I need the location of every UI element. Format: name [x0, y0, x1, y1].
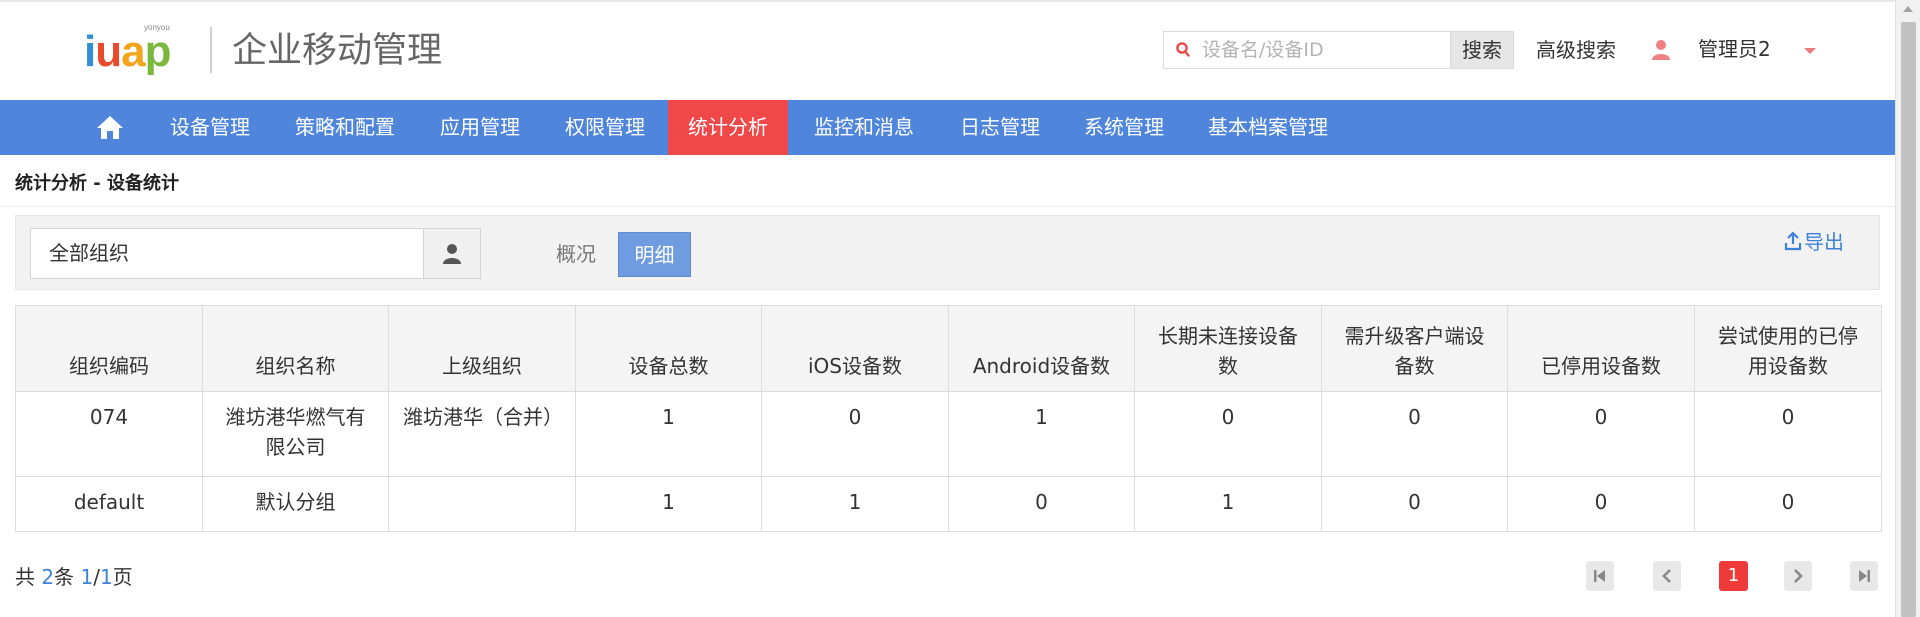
last-page-icon	[1859, 570, 1870, 582]
iuap-logo[interactable]: yonyou iuap	[84, 23, 180, 78]
nav-item-device-management[interactable]: 设备管理	[152, 100, 268, 155]
scroll-up-arrow-icon[interactable]	[1903, 6, 1913, 12]
column-header: 需升级客户端设备数	[1321, 305, 1508, 392]
nav-item-monitor-messages[interactable]: 监控和消息	[799, 100, 929, 155]
search-input[interactable]	[1202, 32, 1442, 68]
table-cell: 074	[15, 391, 203, 477]
filter-toolbar: 全部组织 概况 明细 导出	[15, 215, 1880, 290]
table-cell: 0	[948, 476, 1135, 532]
total-count: 2	[41, 565, 55, 589]
nav-item-log-management[interactable]: 日志管理	[942, 100, 1058, 155]
nav-item-basic-archive[interactable]: 基本档案管理	[1195, 100, 1341, 155]
nav-item-app-management[interactable]: 应用管理	[422, 100, 538, 155]
column-header: 尝试使用的已停用设备数	[1694, 305, 1882, 392]
scrollbar-thumb[interactable]	[1901, 22, 1916, 617]
org-picker-button[interactable]	[423, 228, 481, 279]
vertical-scrollbar[interactable]	[1895, 0, 1920, 617]
search-box	[1163, 31, 1451, 69]
search-icon	[1176, 42, 1190, 57]
chevron-right-icon	[1794, 569, 1803, 583]
pager-prefix: 共	[15, 565, 35, 589]
table-cell: 1	[575, 391, 762, 477]
export-label: 导出	[1804, 230, 1844, 254]
nav-item-statistics[interactable]: 统计分析	[668, 100, 788, 155]
first-page-button[interactable]	[1586, 561, 1614, 591]
org-select-field[interactable]: 全部组织	[30, 228, 425, 279]
main-nav: 设备管理 策略和配置 应用管理 权限管理 统计分析 监控和消息 日志管理 系统管…	[0, 100, 1895, 155]
user-name[interactable]: 管理员2	[1698, 35, 1771, 63]
export-button[interactable]: 导出	[1784, 228, 1844, 256]
column-header: 上级组织	[388, 305, 576, 392]
caret-down-icon[interactable]	[1804, 48, 1816, 54]
breadcrumb: 统计分析 - 设备统计	[0, 155, 1895, 207]
table-row[interactable]: default 默认分组 1 1 0 1 0 0 0	[15, 476, 1882, 532]
table-cell: 1	[948, 391, 1135, 477]
tab-detail[interactable]: 明细	[618, 232, 691, 277]
person-icon	[443, 244, 461, 264]
table-cell: 0	[1134, 391, 1322, 477]
column-header: 长期未连接设备数	[1134, 305, 1322, 392]
table-cell	[388, 476, 576, 532]
breadcrumb-text: 统计分析 - 设备统计	[15, 173, 180, 194]
table-cell: 0	[1507, 476, 1695, 532]
user-icon	[1652, 40, 1670, 60]
table-cell: 0	[1694, 391, 1882, 477]
total-pages: 1	[99, 565, 113, 589]
table-cell: 0	[1321, 476, 1508, 532]
logo-wordmark: iuap	[84, 27, 171, 76]
table-cell: 0	[1507, 391, 1695, 477]
column-header: 组织名称	[202, 305, 389, 392]
table-cell: 0	[761, 391, 949, 477]
pagination-summary: 共 2条 1/1页	[15, 563, 133, 591]
table-cell: 潍坊港华燃气有限公司	[202, 391, 389, 477]
upload-icon	[1784, 231, 1802, 251]
logo-divider	[210, 27, 212, 73]
column-header: 已停用设备数	[1507, 305, 1695, 392]
table-cell: 1	[575, 476, 762, 532]
app-title: 企业移动管理	[232, 31, 443, 71]
table-cell: 0	[1321, 391, 1508, 477]
column-header: iOS设备数	[761, 305, 949, 392]
app-header: yonyou iuap 企业移动管理 搜索 高级搜索 管理员2	[0, 0, 1895, 100]
pager-separator: /	[93, 565, 100, 589]
next-page-button[interactable]	[1784, 561, 1812, 591]
device-stats-table: 组织编码 组织名称 上级组织 设备总数 iOS设备数 Android设备数 长期…	[15, 305, 1882, 532]
column-header: 设备总数	[575, 305, 762, 392]
last-page-button[interactable]	[1850, 561, 1878, 591]
nav-item-system-management[interactable]: 系统管理	[1066, 100, 1182, 155]
current-page-number: 1	[80, 565, 94, 589]
pager-unit: 条	[54, 565, 75, 589]
page-button-current[interactable]: 1	[1719, 561, 1748, 591]
prev-page-button[interactable]	[1653, 561, 1681, 591]
chevron-left-icon	[1662, 569, 1671, 583]
table-cell: 默认分组	[202, 476, 389, 532]
pager-suffix: 页	[112, 565, 133, 589]
advanced-search-link[interactable]: 高级搜索	[1536, 36, 1616, 64]
table-cell: 1	[1134, 476, 1322, 532]
table-cell: 1	[761, 476, 949, 532]
column-header: Android设备数	[948, 305, 1135, 392]
table-header-row: 组织编码 组织名称 上级组织 设备总数 iOS设备数 Android设备数 长期…	[15, 305, 1882, 392]
first-page-icon	[1594, 570, 1605, 582]
table-cell: default	[15, 476, 203, 532]
search-button[interactable]: 搜索	[1451, 31, 1514, 69]
table-row[interactable]: 074 潍坊港华燃气有限公司 潍坊港华（合并） 1 0 1 0 0 0 0	[15, 391, 1882, 477]
home-icon[interactable]	[96, 114, 124, 140]
tab-overview[interactable]: 概况	[536, 232, 616, 277]
column-header: 组织编码	[15, 305, 203, 392]
nav-item-policy-config[interactable]: 策略和配置	[280, 100, 410, 155]
nav-item-permission-management[interactable]: 权限管理	[547, 100, 663, 155]
table-cell: 0	[1694, 476, 1882, 532]
table-cell: 潍坊港华（合并）	[388, 391, 576, 477]
